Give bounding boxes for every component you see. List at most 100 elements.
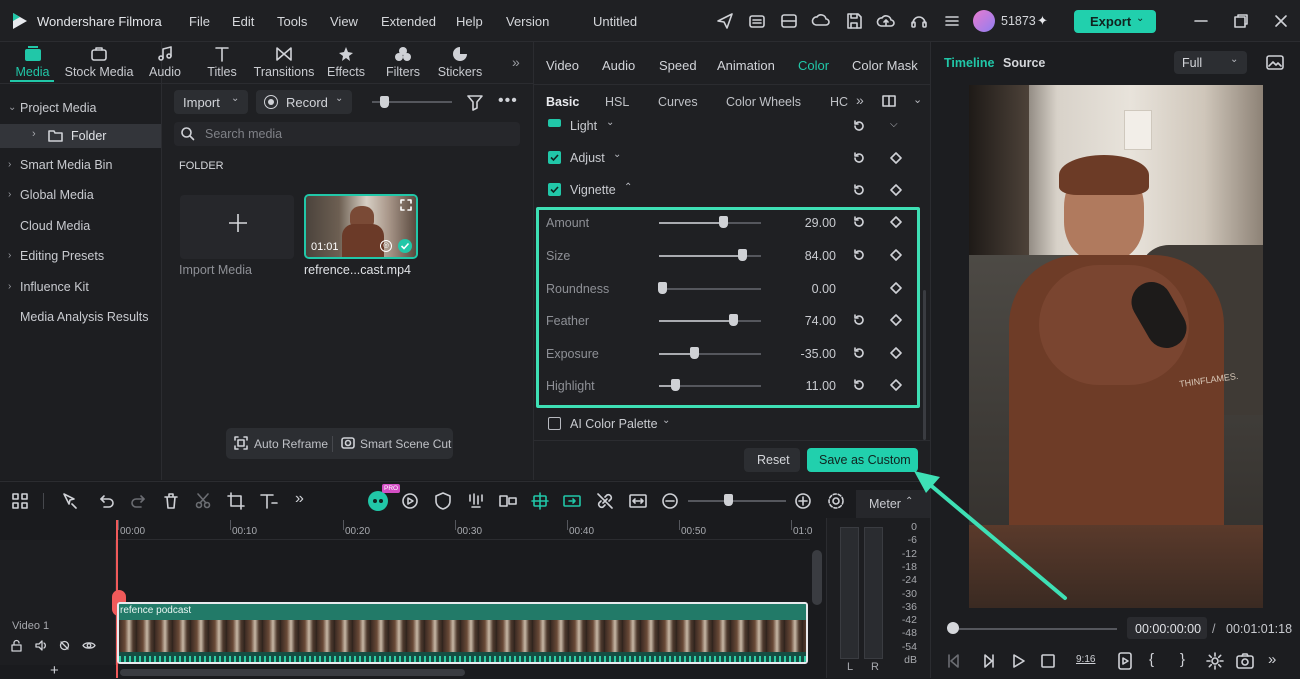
slider-knob[interactable] [380, 96, 389, 108]
stop-icon[interactable] [1040, 653, 1056, 669]
layout-grid-icon[interactable] [10, 491, 30, 511]
tab-speed[interactable]: Speed [659, 58, 697, 73]
more-subtabs-icon[interactable]: » [856, 92, 864, 108]
menu-view[interactable]: View [330, 14, 358, 29]
tab-source[interactable]: Source [1003, 56, 1045, 70]
more-controls-icon[interactable]: » [1268, 651, 1276, 668]
reset-icon[interactable] [852, 183, 866, 197]
auto-reframe-button[interactable]: Auto Reframe [254, 437, 328, 451]
save-icon[interactable] [844, 11, 864, 31]
tab-color[interactable]: Color [798, 58, 829, 73]
sidebar-influence-kit[interactable]: › Influence Kit [0, 272, 162, 302]
menu-version[interactable]: Version [506, 14, 549, 29]
mark-in-icon[interactable]: { [1149, 651, 1154, 668]
sidebar-cloud-media[interactable]: Cloud Media [0, 211, 162, 241]
tab-stickers[interactable]: Stickers [430, 46, 490, 79]
mute-track-icon[interactable] [58, 639, 71, 652]
menu-help[interactable]: Help [456, 14, 483, 29]
send-icon[interactable] [715, 11, 735, 31]
tab-video[interactable]: Video [546, 58, 579, 73]
light-checkbox[interactable] [548, 119, 561, 127]
crop-icon[interactable] [226, 491, 246, 511]
audio-stretch-icon[interactable] [466, 491, 486, 511]
subtab-curves[interactable]: Curves [658, 95, 698, 109]
sparkle-icon[interactable]: ✦ [1037, 13, 1048, 29]
subtab-hsl[interactable]: HSL [605, 95, 629, 109]
shield-icon[interactable] [433, 491, 453, 511]
headset-icon[interactable] [909, 11, 929, 31]
menu-tools[interactable]: Tools [277, 14, 307, 29]
ai-palette-checkbox[interactable] [548, 417, 561, 430]
settings-icon[interactable] [1206, 652, 1224, 670]
menu-file[interactable]: File [189, 14, 210, 29]
ripple-icon[interactable] [562, 491, 582, 511]
zoom-in-icon[interactable] [793, 491, 813, 511]
camera-icon[interactable] [1236, 652, 1254, 670]
adjust-checkbox[interactable] [548, 151, 561, 164]
cloud-sync-icon[interactable] [811, 11, 831, 31]
sidebar-smart-media-bin[interactable]: › Smart Media Bin [0, 150, 162, 180]
keyframe-icon[interactable] [890, 152, 902, 164]
cloud-upload-icon[interactable] [876, 11, 896, 31]
subtab-basic[interactable]: Basic [546, 95, 579, 109]
play-icon[interactable] [1009, 652, 1027, 670]
align-icon[interactable] [498, 491, 518, 511]
menu-edit[interactable]: Edit [232, 14, 254, 29]
timeline-settings-icon[interactable] [826, 491, 846, 511]
fit-width-icon[interactable] [628, 491, 648, 511]
zoom-out-icon[interactable] [660, 491, 680, 511]
chevron-down-icon[interactable]: ⌄ [606, 117, 614, 128]
scrollbar[interactable] [923, 290, 926, 440]
speed-ramp-icon[interactable] [400, 491, 420, 511]
sidebar-media-analysis[interactable]: Media Analysis Results [0, 302, 162, 332]
zoom-slider[interactable] [688, 500, 786, 502]
volume-icon[interactable] [34, 639, 47, 652]
tab-timeline[interactable]: Timeline [944, 56, 994, 70]
tab-stock-media[interactable]: Stock Media [64, 46, 134, 79]
vertical-scrollbar[interactable] [812, 550, 822, 605]
reset-icon[interactable] [852, 151, 866, 165]
keyframe-icon[interactable] [890, 184, 902, 196]
more-icon[interactable]: ••• [498, 92, 518, 110]
tab-effects[interactable]: Effects [316, 46, 376, 79]
subtab-hc[interactable]: HC [830, 95, 848, 109]
restore-icon[interactable] [1231, 11, 1251, 31]
smart-scene-cut-button[interactable]: Smart Scene Cut [360, 437, 451, 451]
tab-media[interactable]: Media [0, 46, 65, 79]
select-tool-icon[interactable] [60, 491, 80, 511]
reset-icon[interactable] [852, 119, 866, 133]
horizontal-scrollbar[interactable] [120, 669, 465, 676]
aspect-ratio-label[interactable]: 9:16 [1076, 654, 1095, 665]
menu-extended[interactable]: Extended [381, 14, 436, 29]
tab-color-mask[interactable]: Color Mask [852, 58, 918, 73]
chevron-down-icon[interactable]: ⌄ [662, 415, 670, 426]
sidebar-global-media[interactable]: › Global Media [0, 180, 162, 210]
split-icon[interactable] [193, 491, 213, 511]
avatar[interactable] [973, 10, 995, 32]
compare-icon[interactable] [882, 95, 896, 107]
vignette-checkbox[interactable] [548, 183, 561, 196]
snapshot-quality-icon[interactable] [1266, 55, 1284, 70]
more-tools-icon[interactable]: » [295, 490, 304, 508]
snap-icon[interactable] [530, 491, 550, 511]
timeline-clip[interactable] [117, 602, 808, 664]
tab-titles[interactable]: Titles [192, 46, 252, 79]
eye-icon[interactable] [82, 639, 96, 652]
zoom-knob[interactable] [724, 494, 733, 506]
link-icon[interactable] [595, 491, 615, 511]
filter-icon[interactable] [466, 93, 484, 111]
chevron-down-icon[interactable]: ⌄ [613, 149, 621, 160]
mark-out-icon[interactable]: } [1180, 651, 1185, 668]
render-preview-icon[interactable] [1117, 652, 1133, 670]
lock-icon[interactable] [10, 639, 23, 652]
playback-progress[interactable] [953, 628, 1117, 630]
menu-list-icon[interactable] [942, 11, 962, 31]
playhead-knob[interactable] [947, 622, 959, 634]
step-forward-icon[interactable] [979, 652, 997, 670]
tab-transitions[interactable]: Transitions [252, 46, 316, 79]
prev-frame-icon[interactable] [945, 652, 963, 670]
add-track-icon[interactable]: + [50, 662, 59, 679]
minimize-icon[interactable] [1191, 11, 1211, 31]
layout-icon[interactable] [779, 11, 799, 31]
text-tool-icon[interactable] [258, 491, 278, 511]
